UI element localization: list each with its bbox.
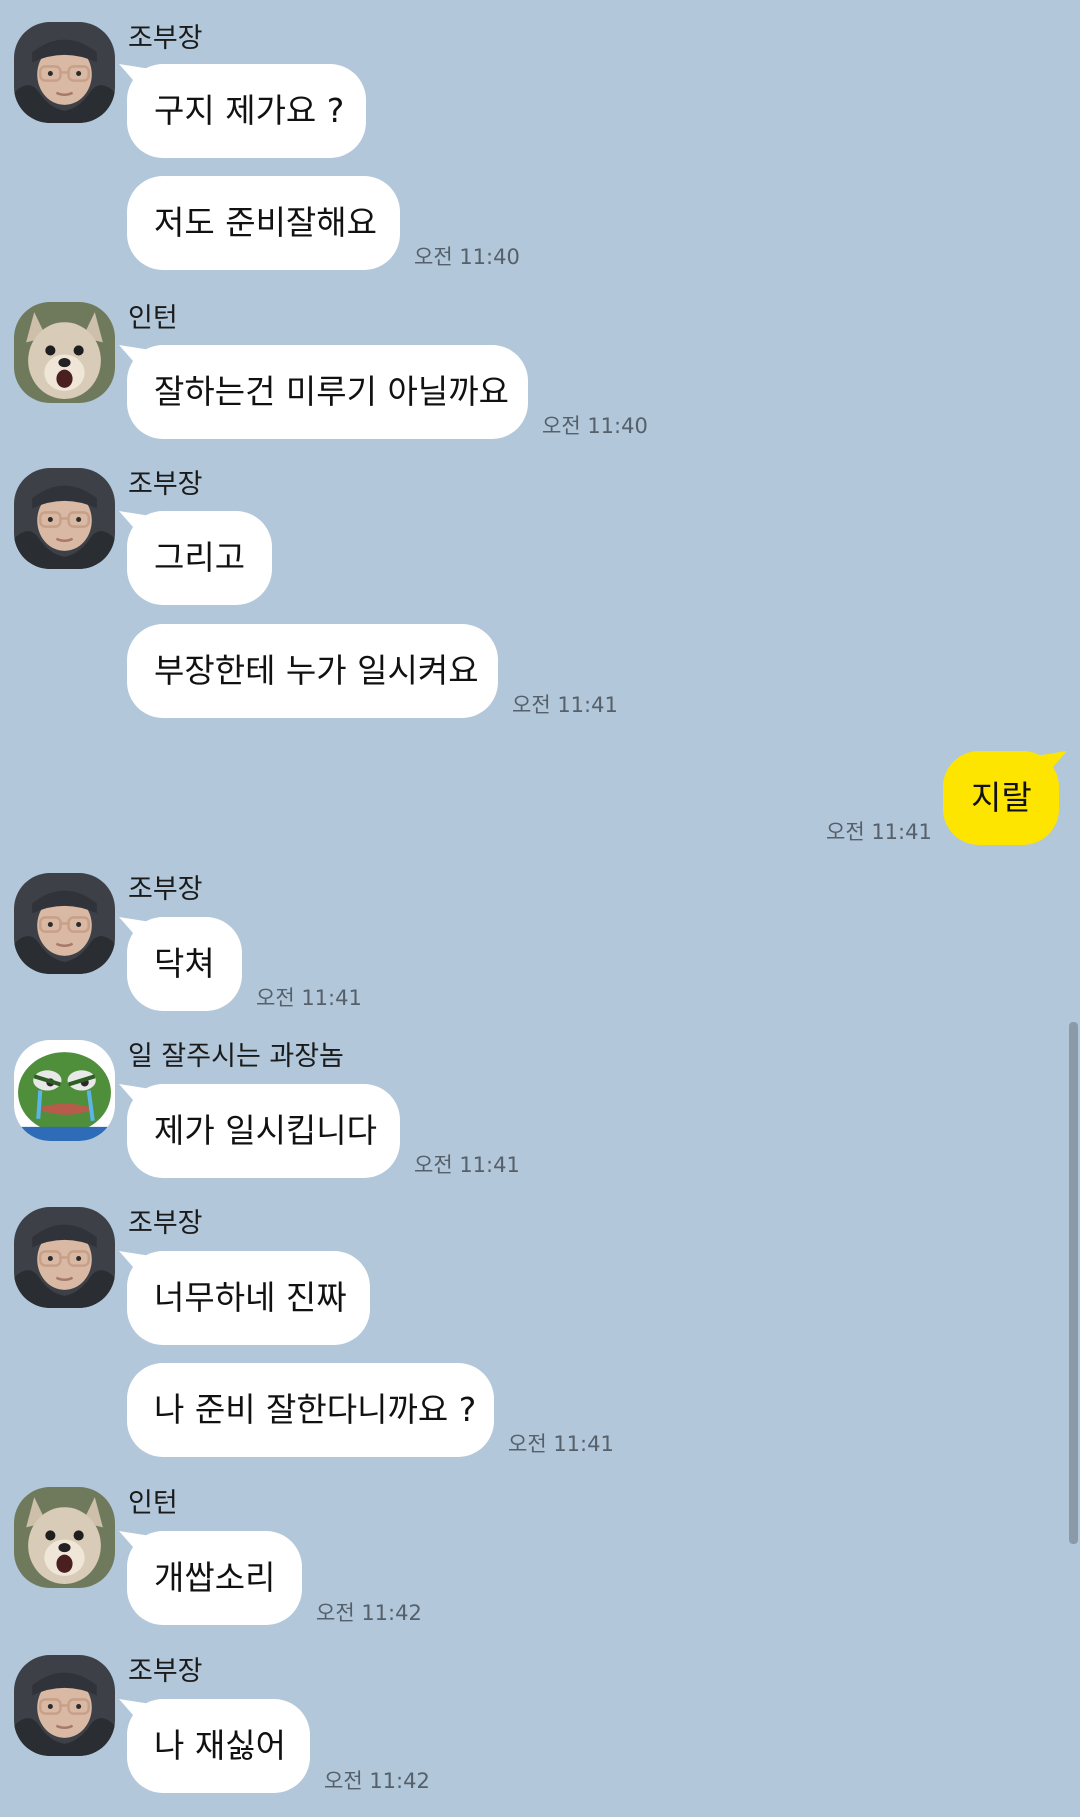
- message-bubble[interactable]: 제가 일시킵니다: [127, 1084, 400, 1178]
- message-time: 오전 11:41: [414, 1153, 520, 1177]
- avatar-jo-bujang-icon[interactable]: [14, 1207, 115, 1308]
- sender-name: 조부장: [128, 874, 203, 905]
- avatar-manager-frog-icon[interactable]: [14, 1040, 115, 1141]
- scrollbar-thumb[interactable]: [1069, 1022, 1078, 1544]
- message-time: 오전 11:40: [414, 245, 520, 269]
- message-bubble[interactable]: 개쌉소리: [127, 1531, 302, 1625]
- message-bubble[interactable]: 구지 제가요 ?: [127, 64, 366, 158]
- sender-name: 일 잘주시는 과장놈: [128, 1041, 344, 1072]
- sender-name: 조부장: [128, 23, 203, 54]
- message-bubble[interactable]: 닥쳐: [127, 917, 242, 1011]
- message-time: 오전 11:42: [316, 1601, 422, 1625]
- avatar-jo-bujang-icon[interactable]: [14, 873, 115, 974]
- chat-message-list[interactable]: 조부장 구지 제가요 ? 저도 준비잘해요 오전 11:40 인턴 잘하는건 미…: [0, 0, 1080, 1817]
- message-bubble[interactable]: 나 재싫어: [127, 1699, 310, 1793]
- message-bubble[interactable]: 너무하네 진짜: [127, 1251, 370, 1345]
- avatar-jo-bujang-icon[interactable]: [14, 1655, 115, 1756]
- sender-name: 조부장: [128, 1656, 203, 1687]
- message-time: 오전 11:42: [324, 1769, 430, 1793]
- avatar-intern-dog-icon[interactable]: [14, 1487, 115, 1588]
- message-time: 오전 11:41: [512, 693, 618, 717]
- message-time: 오전 11:41: [508, 1432, 614, 1456]
- message-time: 오전 11:41: [826, 820, 932, 844]
- message-bubble[interactable]: 나 준비 잘한다니까요 ?: [127, 1363, 494, 1457]
- sender-name: 인턴: [128, 303, 178, 334]
- avatar-intern-dog-icon[interactable]: [14, 302, 115, 403]
- message-bubble[interactable]: 잘하는건 미루기 아닐까요: [127, 345, 528, 439]
- sender-name: 조부장: [128, 1208, 203, 1239]
- avatar-jo-bujang-icon[interactable]: [14, 468, 115, 569]
- sender-name: 인턴: [128, 1488, 178, 1519]
- message-bubble[interactable]: 부장한테 누가 일시켜요: [127, 624, 498, 718]
- message-time: 오전 11:40: [542, 414, 648, 438]
- message-bubble[interactable]: 저도 준비잘해요: [127, 176, 400, 270]
- message-bubble[interactable]: 그리고: [127, 511, 272, 605]
- sender-name: 조부장: [128, 469, 203, 500]
- outgoing-message-bubble[interactable]: 지랄: [943, 751, 1059, 845]
- avatar-jo-bujang-icon[interactable]: [14, 22, 115, 123]
- message-time: 오전 11:41: [256, 986, 362, 1010]
